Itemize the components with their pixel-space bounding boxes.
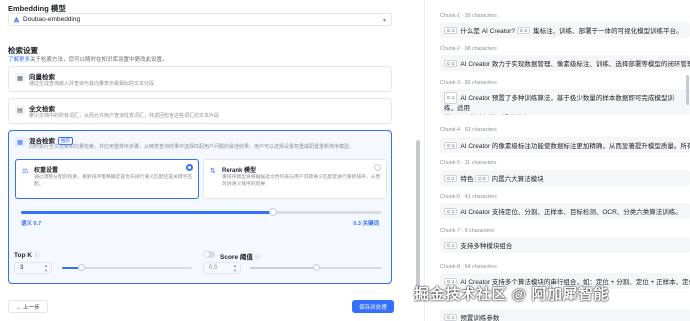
left-scrollbar[interactable]: [416, 140, 420, 290]
weight-setting-icon: ⚖: [22, 168, 29, 175]
chunk-tag: C-1: [444, 27, 458, 34]
embedding-model-select[interactable]: Doubao-embedding ▾: [8, 13, 392, 26]
hybrid-search-icon: ▦: [15, 137, 25, 147]
chevron-down-icon: ▾: [382, 18, 386, 24]
chunk-tag: C-1: [444, 60, 458, 67]
rerank-model-icon: ⇅: [210, 168, 216, 175]
stepper-icon[interactable]: ▲ ▼: [44, 263, 48, 273]
weight-slider-thumb[interactable]: [269, 208, 277, 216]
chunk-content: C-1 AI Creator 致力于实现数据管理、像素级标注、训练、选择部署等模型…: [440, 55, 690, 71]
watermark: 掘金技术社区 @ 阿加犀智能: [414, 286, 609, 303]
save-and-process-button[interactable]: 保存并处理: [352, 300, 394, 313]
vector-search-card[interactable]: ▦ 向量检索 通过生成查询嵌入并查询与其向量表示最相似的文本分段: [8, 66, 392, 92]
hybrid-search-desc: 同时执行全文检索和向量检索，并应用重排序步骤，从两类查询结果中选择匹配用户问题的…: [29, 144, 355, 150]
chunk-text: 特色: [460, 176, 476, 183]
back-button[interactable]: ← 上一步: [8, 300, 48, 313]
rerank-model-option[interactable]: ⇅ Rerank 模型 重排序模型将根据候选文档列表与用户问题语义匹配度进行重新…: [203, 159, 387, 199]
vector-search-icon: ▦: [15, 73, 25, 83]
chunk-header: Chunk-5 · 11 characters: [440, 160, 497, 166]
topk-value: 3: [20, 265, 24, 271]
fulltext-search-icon: ▤: [15, 105, 25, 115]
score-input[interactable]: 0.5 ▲ ▼: [203, 262, 241, 274]
chunk-content: C-1 AI Creator 预置了多种训练算法，基于极少数量的样本数据即可完成模…: [440, 89, 690, 115]
topk-label-text: Top K: [14, 252, 32, 259]
topk-slider-thumb[interactable]: [78, 264, 85, 271]
score-slider[interactable]: [250, 264, 382, 271]
chunk-tag: C-2: [516, 27, 531, 34]
chunk-text: 预置训练参数: [460, 315, 500, 321]
chunk-text: AI Creator 致力于实现数据管理、像素级标注、训练、选择部署等模型的闭环…: [460, 61, 690, 68]
score-value: 0.5: [209, 265, 218, 271]
chunk-text: 内置六大算法模块: [491, 176, 544, 183]
rerank-model-radio[interactable]: [374, 164, 381, 171]
fulltext-search-desc: 索引文档中的所有词汇，从而允许用户查询任意词汇，并返回包含这些词汇的文本片段: [29, 113, 220, 119]
chunk-content: C-1 AI Creator 的像素级标注功能使数据标注更加精确，从而显著提升模型…: [440, 137, 690, 153]
chunk-content: C-1 支持多种模块组合: [440, 237, 690, 253]
rerank-model-title: Rerank 模型: [222, 168, 257, 174]
keyword-weight-label: 0.3 关键词: [353, 221, 379, 227]
chunk-tag: C-1: [444, 314, 458, 321]
chunk-preview-panel: Chunk-1 · 39 characters C-1 什么是 AI Creator…: [430, 0, 690, 321]
topk-input[interactable]: 3 ▲ ▼: [14, 262, 52, 274]
stepper-icon[interactable]: ▲ ▼: [233, 263, 237, 273]
settings-panel: Embedding 模型 Doubao-embedding ▾ 检索设置 了解更…: [0, 0, 400, 321]
question-icon[interactable]: ⓘ: [34, 253, 40, 259]
rerank-model-desc: 重排序模型将根据候选文档列表与用户问题语义匹配度进行重新排序，从而改进语义排序的…: [222, 175, 381, 187]
chunk-text: AI Creator 支持定位、分割、正样本、目标检测、OCR、分类六类算法训练…: [460, 209, 682, 216]
chunk-header: Chunk-8 · 64 characters: [440, 264, 497, 270]
chunk-tag: C-1: [444, 92, 458, 104]
chunk-content: C-1 什么是 AI Creator? C-2 集标注、训练、部署于一体的可视化模型…: [440, 22, 690, 38]
retrieval-hint: 了解更多关于检索方法，您可以随时在知识库设置中更改此设置。: [8, 55, 168, 63]
chunk-text: 支持多种模块组合: [460, 243, 513, 250]
chunk-content: C-1 AI Creator 支持定位、分割、正样本、目标检测、OCR、分类六类算…: [440, 203, 690, 219]
chunk-text: 集标注、训练、部署于一体的可视化模型训练平台。: [533, 28, 683, 35]
chunk-header: Chunk-6 · 41 characters: [440, 194, 497, 200]
vector-search-desc: 通过生成查询嵌入并查询与其向量表示最相似的文本分段: [29, 81, 155, 87]
weight-setting-option[interactable]: ⚖ 权重设置 通过调整分配的权重，重新排序策略确定是优先进行语义匹配还是关键字匹…: [15, 159, 199, 199]
score-label: Score 阈值 ⓘ: [220, 251, 260, 261]
fulltext-search-card[interactable]: ▤ 全文检索 索引文档中的所有词汇，从而允许用户查询任意词汇，并返回包含这些词汇…: [8, 98, 392, 124]
chunk-header: Chunk-7 · 8 characters: [440, 228, 494, 234]
score-slider-thumb[interactable]: [312, 264, 320, 271]
chunk-tag: C-1: [444, 175, 458, 182]
score-label-text: Score 阈值: [220, 254, 253, 261]
score-slider-fill: [250, 267, 316, 269]
chunk-content: C-1 预置训练参数: [440, 309, 690, 321]
chunk-tag: C-1: [444, 208, 458, 215]
chunk-tag: C-1: [444, 242, 458, 249]
chunk-tag: C-1: [444, 142, 458, 149]
weight-slider-fill: [21, 211, 273, 214]
chunk-tag: C-2: [475, 175, 489, 182]
topk-slider[interactable]: [62, 264, 192, 271]
chunk-header: Chunk-3 · 83 characters: [440, 80, 497, 86]
learn-more-link[interactable]: 了解更多: [8, 57, 30, 63]
semantic-weight-label: 语义 0.7: [21, 221, 42, 227]
weight-setting-radio[interactable]: [186, 164, 193, 171]
chunk-text: AI Creator 预置了多种训练算法，基于极少数量的样本数据即可完成模型训练…: [444, 95, 674, 112]
chunk-text: 什么是 AI Creator?: [460, 28, 517, 35]
panel-divider: [424, 0, 425, 321]
topk-label: Top Kⓘ: [14, 251, 39, 259]
retrieval-hint-text: 关于检索方法，您可以随时在知识库设置中更改此设置。: [30, 57, 168, 63]
doubao-logo-icon: [13, 16, 20, 23]
chunk-content: C-1 特色 C-2 内置六大算法模块: [440, 170, 690, 186]
chunk-header: Chunk-1 · 39 characters: [440, 13, 497, 19]
question-icon[interactable]: ⓘ: [255, 255, 261, 261]
chunk-header: Chunk-2 · 68 characters: [440, 46, 497, 52]
right-scrollbar[interactable]: [686, 75, 689, 105]
weight-setting-title: 权重设置: [34, 168, 59, 174]
hybrid-search-card[interactable]: ▦ 混合检索 推荐 同时执行全文检索和向量检索，并应用重排序步骤，从两类查询结果中…: [8, 130, 392, 284]
weight-slider[interactable]: [21, 208, 381, 216]
chunk-header: Chunk-4 · 63 characters: [440, 127, 497, 133]
embedding-model-value: Doubao-embedding: [23, 16, 81, 23]
weight-setting-desc: 通过调整分配的权重，重新排序策略确定是优先进行语义匹配还是关键字匹配。: [34, 175, 193, 187]
score-threshold-toggle[interactable]: [203, 251, 215, 258]
chunk-text: AI Creator 的像素级标注功能使数据标注更加精确，从而显著提升模型质量。…: [460, 143, 690, 150]
